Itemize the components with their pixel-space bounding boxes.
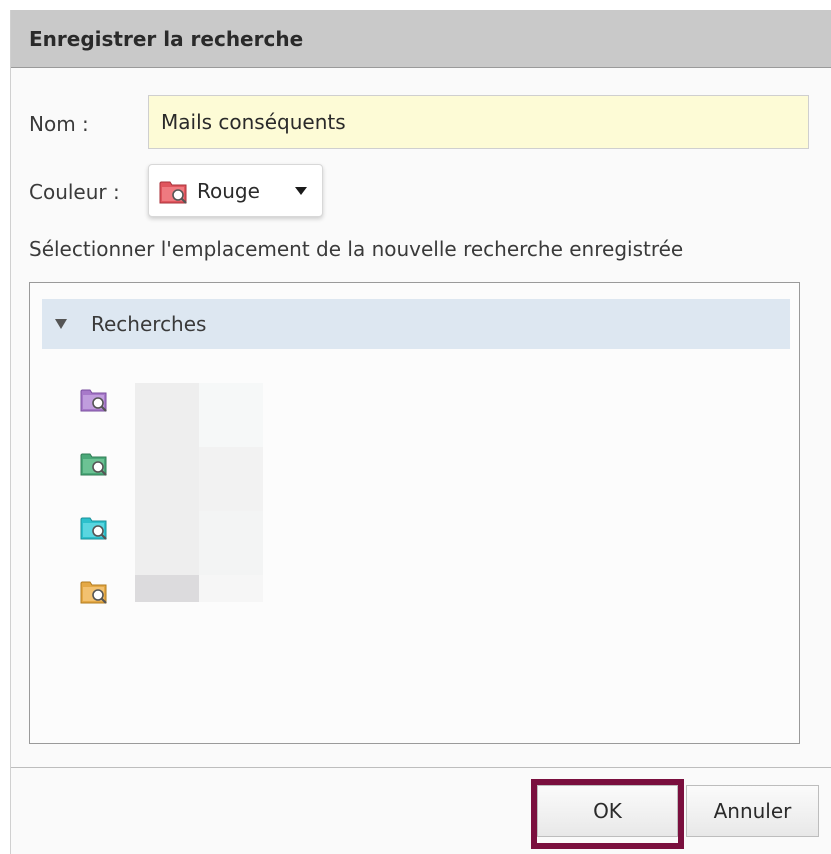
tree-item[interactable] [80,449,380,479]
tree-item[interactable] [80,577,380,607]
cyan-search-folder-icon [80,515,110,545]
green-search-folder-icon [80,451,110,481]
purple-search-folder-icon [80,387,110,417]
location-label: Sélectionner l'emplacement de la nouvell… [29,237,684,261]
save-search-dialog: Enregistrer la recherche Nom : Couleur :… [10,10,831,854]
color-label: Couleur : [29,180,120,204]
red-search-folder-icon [159,179,191,209]
color-dropdown-value: Rouge [197,179,260,203]
footer-divider [11,767,831,768]
dialog-title-bar[interactable]: Enregistrer la recherche [11,10,831,68]
color-dropdown[interactable]: Rouge [148,164,323,217]
chevron-down-icon [295,187,307,195]
name-label: Nom : [29,112,89,136]
tree-root-label: Recherches [91,312,207,336]
name-input[interactable] [148,95,809,149]
tree-item[interactable] [80,385,380,415]
orange-search-folder-icon [80,579,110,609]
cancel-button[interactable]: Annuler [686,785,819,837]
folder-tree[interactable]: Recherches [29,282,800,744]
dialog-title: Enregistrer la recherche [29,27,304,51]
ok-button-highlight [531,779,684,849]
expand-caret-icon[interactable] [55,319,67,329]
tree-root-recherches[interactable]: Recherches [42,299,790,349]
tree-item[interactable] [80,513,380,543]
